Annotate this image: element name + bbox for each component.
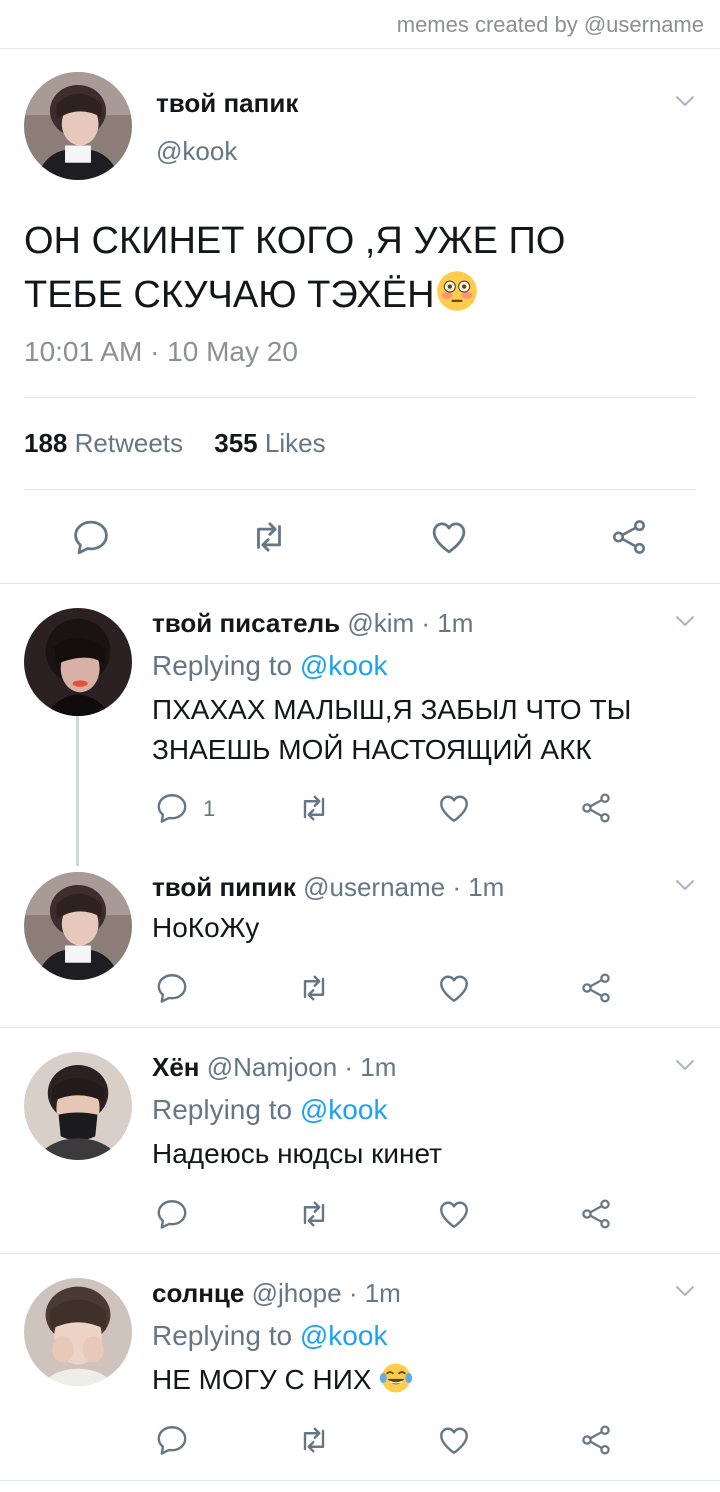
reply-author-name[interactable]: твой писатель bbox=[152, 608, 340, 638]
divider bbox=[24, 397, 696, 398]
retweet-icon[interactable] bbox=[248, 516, 290, 558]
thread-line bbox=[76, 716, 79, 866]
share-icon[interactable] bbox=[578, 970, 614, 1006]
reply-text: НЕ МОГУ С НИХ bbox=[152, 1360, 692, 1406]
divider bbox=[24, 489, 696, 490]
retweet-icon[interactable] bbox=[296, 790, 332, 826]
reply-header: Хён @Namjoon · 1m bbox=[152, 1052, 396, 1083]
reply-text: НоКоЖу bbox=[152, 912, 260, 943]
reply-author-name[interactable]: Хён bbox=[152, 1052, 200, 1082]
divider bbox=[0, 1253, 720, 1254]
chevron-down-icon[interactable] bbox=[674, 614, 696, 628]
watermark: memes created by @username bbox=[396, 12, 704, 37]
share-icon[interactable] bbox=[578, 1196, 614, 1232]
retweets-count[interactable]: 188 bbox=[24, 428, 67, 458]
replying-to: Replying to @kook bbox=[152, 650, 388, 681]
replying-to-link[interactable]: @kook bbox=[300, 1320, 388, 1351]
divider bbox=[0, 1027, 720, 1028]
divider bbox=[0, 583, 720, 584]
share-icon[interactable] bbox=[578, 1422, 614, 1458]
share-icon[interactable] bbox=[578, 790, 614, 826]
reply-icon[interactable] bbox=[154, 1422, 190, 1458]
reply-meta: @Namjoon · 1m bbox=[206, 1052, 397, 1082]
replying-to-link[interactable]: @kook bbox=[300, 1094, 388, 1125]
replying-to: Replying to @kook bbox=[152, 1094, 388, 1125]
reply-icon[interactable] bbox=[154, 970, 190, 1006]
like-icon[interactable] bbox=[428, 516, 470, 558]
divider bbox=[0, 1480, 720, 1481]
reply-author-name[interactable]: солнце bbox=[152, 1278, 244, 1308]
retweets-label[interactable]: Retweets bbox=[75, 428, 183, 458]
tears-of-joy-icon bbox=[379, 1361, 413, 1406]
retweet-icon[interactable] bbox=[296, 1196, 332, 1232]
tweet-text: ОН СКИНЕТ КОГО ,Я УЖЕ ПО ТЕБЕ СКУЧАЮ ТЭХ… bbox=[24, 214, 664, 328]
chevron-down-icon[interactable] bbox=[674, 1284, 696, 1298]
reply-header: твой пипик @username · 1m bbox=[152, 872, 504, 903]
reply-icon[interactable] bbox=[70, 516, 112, 558]
replying-to: Replying to @kook bbox=[152, 1320, 388, 1351]
tweet-timestamp: 10:01 AM · 10 May 20 bbox=[24, 336, 298, 367]
author-handle[interactable]: @kook bbox=[156, 136, 237, 167]
reply-text: Надеюсь нюдсы кинет bbox=[152, 1138, 442, 1169]
retweet-icon[interactable] bbox=[296, 970, 332, 1006]
reply-meta: @username · 1m bbox=[303, 872, 505, 902]
chevron-down-icon[interactable] bbox=[674, 878, 696, 892]
reply-avatar[interactable] bbox=[24, 1052, 132, 1160]
reply-avatar[interactable] bbox=[24, 608, 132, 716]
chevron-down-icon[interactable] bbox=[674, 1058, 696, 1072]
reply-meta: @kim · 1m bbox=[347, 608, 474, 638]
reply-author-name[interactable]: твой пипик bbox=[152, 872, 296, 902]
replying-to-link[interactable]: @kook bbox=[300, 650, 388, 681]
like-icon[interactable] bbox=[436, 790, 472, 826]
flushed-face-icon bbox=[435, 269, 479, 328]
likes-label[interactable]: Likes bbox=[265, 428, 326, 458]
like-icon[interactable] bbox=[436, 1196, 472, 1232]
like-icon[interactable] bbox=[436, 970, 472, 1006]
reply-text: ПХАХАХ МАЛЫШ,Я ЗАБЫЛ ЧТО ТЫ ЗНАЕШЬ МОЙ Н… bbox=[152, 694, 632, 765]
main-avatar[interactable] bbox=[24, 72, 132, 180]
reply-count: 1 bbox=[203, 796, 216, 821]
reply-icon[interactable] bbox=[154, 790, 190, 826]
author-name[interactable]: твой папик bbox=[156, 88, 298, 119]
share-icon[interactable] bbox=[608, 516, 650, 558]
reply-header: твой писатель @kim · 1m bbox=[152, 608, 473, 639]
top-divider bbox=[0, 48, 720, 49]
reply-meta: @jhope · 1m bbox=[251, 1278, 401, 1308]
reply-avatar[interactable] bbox=[24, 872, 132, 980]
reply-avatar[interactable] bbox=[24, 1278, 132, 1386]
likes-count[interactable]: 355 bbox=[214, 428, 257, 458]
reply-icon[interactable] bbox=[154, 1196, 190, 1232]
tweet-stats: 188 Retweets 355 Likes bbox=[24, 428, 326, 459]
reply-header: солнце @jhope · 1m bbox=[152, 1278, 401, 1309]
like-icon[interactable] bbox=[436, 1422, 472, 1458]
retweet-icon[interactable] bbox=[296, 1422, 332, 1458]
chevron-down-icon[interactable] bbox=[674, 94, 696, 108]
